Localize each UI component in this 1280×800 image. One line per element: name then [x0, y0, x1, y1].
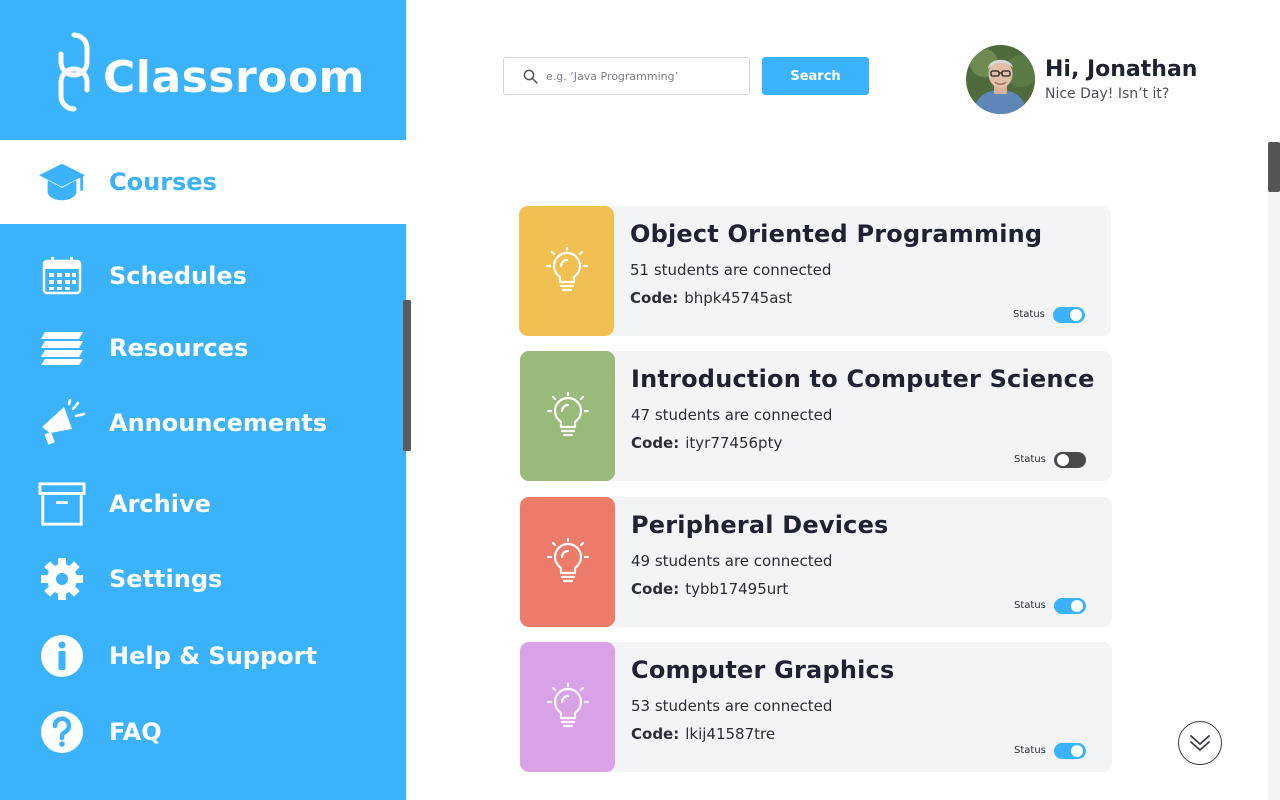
course-card[interactable]: Introduction to Computer Science 47 stud…: [520, 351, 1112, 481]
calendar-icon: [38, 252, 86, 300]
course-title: Computer Graphics: [631, 656, 895, 684]
app-name: Classroom: [103, 52, 365, 103]
toggle-knob: [1070, 309, 1082, 321]
question-icon: [38, 708, 86, 756]
course-students: 49 students are connected: [631, 552, 833, 570]
course-code-row: Code: tybb17495urt: [631, 580, 788, 598]
info-icon: [38, 632, 86, 680]
sidebar-item-label: Help & Support: [109, 642, 317, 670]
sidebar-item-label: Resources: [109, 334, 249, 362]
lightbulb-icon: [546, 538, 589, 583]
course-code-row: Code: bhpk45745ast: [630, 289, 792, 307]
toggle-knob: [1071, 600, 1083, 612]
course-card[interactable]: Computer Graphics 53 students are connec…: [520, 642, 1112, 772]
sidebar-item-label: Archive: [109, 490, 211, 518]
lightbulb-icon: [546, 683, 589, 728]
course-code-row: Code: ityr77456pty: [631, 434, 782, 452]
search-icon: [523, 69, 538, 84]
course-thumbnail: [519, 206, 614, 336]
sidebar-item-archive[interactable]: Archive: [0, 474, 406, 534]
course-code: bhpk45745ast: [684, 289, 793, 307]
sidebar-item-settings[interactable]: Settings: [0, 549, 406, 609]
course-card[interactable]: Peripheral Devices 49 students are conne…: [520, 497, 1112, 627]
course-students: 47 students are connected: [631, 406, 833, 424]
status-label: Status: [1014, 454, 1046, 465]
status-toggle[interactable]: [1053, 307, 1085, 323]
megaphone-icon: [38, 399, 86, 447]
course-students: 53 students are connected: [631, 697, 833, 715]
sidebar-item-schedules[interactable]: Schedules: [0, 246, 406, 306]
sidebar-item-label: Schedules: [109, 262, 247, 290]
course-card[interactable]: Object Oriented Programming 51 students …: [519, 206, 1111, 336]
course-code: ityr77456pty: [685, 434, 783, 452]
sidebar-item-resources[interactable]: Resources: [0, 318, 406, 378]
scroll-down-button[interactable]: [1178, 721, 1222, 765]
course-code-label: Code:: [631, 580, 680, 598]
toggle-knob: [1071, 745, 1083, 757]
sidebar-item-label: Courses: [109, 168, 217, 196]
status-toggle[interactable]: [1054, 452, 1086, 468]
course-title: Peripheral Devices: [631, 511, 889, 539]
gear-icon: [38, 555, 86, 603]
sidebar-item-announcements[interactable]: Announcements: [0, 393, 406, 453]
course-students: 51 students are connected: [630, 261, 832, 279]
course-code-label: Code:: [631, 725, 680, 743]
avatar[interactable]: [966, 45, 1035, 114]
status-toggle[interactable]: [1054, 743, 1086, 759]
app-logo[interactable]: Classroom: [0, 0, 406, 140]
graduation-cap-icon: [38, 158, 86, 206]
user-greeting: Hi, Jonathan: [1045, 57, 1198, 82]
course-code: tybb17495urt: [685, 580, 789, 598]
course-title: Object Oriented Programming: [630, 220, 1043, 248]
search-input[interactable]: [546, 58, 746, 94]
sidebar-scrollbar[interactable]: [403, 300, 411, 451]
sidebar-item-courses[interactable]: Courses: [0, 140, 406, 224]
course-code-label: Code:: [631, 434, 680, 452]
lightbulb-icon: [546, 392, 589, 437]
course-thumbnail: [520, 351, 615, 481]
paperclip-logo-icon: [58, 32, 90, 112]
user-subtitle: Nice Day! Isn’t it?: [1045, 86, 1170, 102]
course-thumbnail: [520, 642, 615, 772]
sidebar-item-faq[interactable]: FAQ: [0, 702, 406, 762]
search-button[interactable]: Search: [762, 57, 869, 95]
double-chevron-down-icon: [1190, 735, 1210, 751]
course-code-label: Code:: [630, 289, 679, 307]
sidebar: Classroom Courses Schedules Resources An…: [0, 0, 406, 800]
main-scrollbar-thumb[interactable]: [1268, 142, 1280, 192]
lightbulb-icon: [545, 247, 588, 292]
sidebar-item-label: FAQ: [109, 718, 162, 746]
course-code-row: Code: lkij41587tre: [631, 725, 775, 743]
course-thumbnail: [520, 497, 615, 627]
course-title: Introduction to Computer Science: [631, 365, 1095, 393]
sidebar-item-label: Settings: [109, 565, 223, 593]
status-label: Status: [1014, 600, 1046, 611]
sidebar-item-help-support[interactable]: Help & Support: [0, 626, 406, 686]
stack-icon: [38, 324, 86, 372]
course-code: lkij41587tre: [685, 725, 776, 743]
toggle-knob: [1057, 454, 1069, 466]
status-toggle[interactable]: [1054, 598, 1086, 614]
main-scrollbar-track[interactable]: [1268, 142, 1280, 800]
sidebar-item-label: Announcements: [109, 409, 328, 437]
search-box: [503, 57, 750, 95]
status-label: Status: [1014, 745, 1046, 756]
status-label: Status: [1013, 309, 1045, 320]
archive-box-icon: [38, 480, 86, 528]
